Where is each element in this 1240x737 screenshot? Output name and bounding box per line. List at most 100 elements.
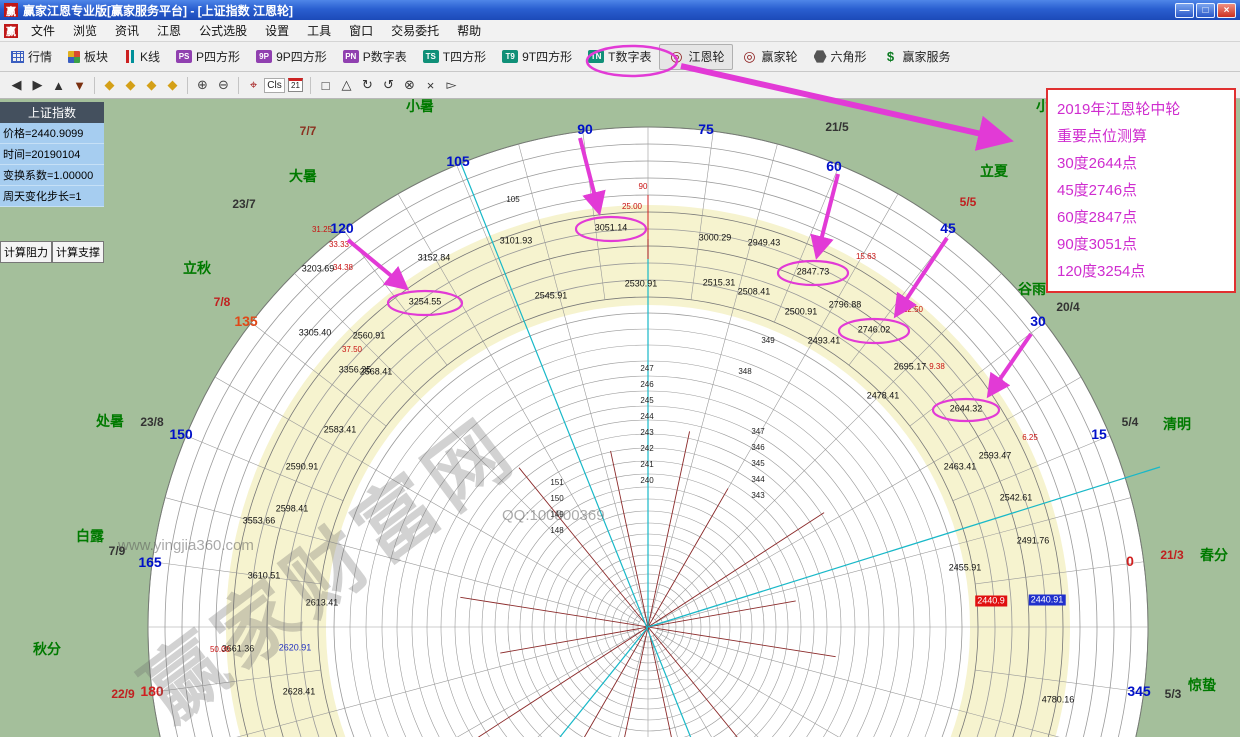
calendar-icon[interactable]: 21 xyxy=(285,75,306,96)
wheel-label: 立夏 xyxy=(980,164,1008,178)
menu-item[interactable]: 公式选股 xyxy=(190,20,256,41)
wheel-label: 34.38 xyxy=(333,264,353,272)
wheel-label: 347 xyxy=(751,428,764,436)
triangle-tool-icon[interactable]: △ xyxy=(336,75,357,96)
wheel-label: 240 xyxy=(640,477,653,485)
menu-item[interactable]: 工具 xyxy=(298,20,340,41)
rect-tool-icon[interactable]: □ xyxy=(315,75,336,96)
t-square-button[interactable]: TS T四方形 xyxy=(415,44,494,70)
kline-button[interactable]: K线 xyxy=(116,44,168,70)
wheel-label: 245 xyxy=(640,397,653,405)
diamond-icon-1[interactable]: ◆ xyxy=(99,75,120,96)
hexagon-button[interactable]: 六角形 xyxy=(806,44,875,70)
toolbar-button-icon: TN xyxy=(588,50,604,63)
separator[interactable] xyxy=(90,75,99,96)
separator[interactable] xyxy=(306,75,315,96)
wheel-label: 15 xyxy=(1091,427,1107,441)
t-number-table-button[interactable]: TN T数字表 xyxy=(580,44,659,70)
toolbar-button-icon: PS xyxy=(176,50,192,63)
wheel-label: 2493.41 xyxy=(808,337,841,346)
diamond-icon-4[interactable]: ◆ xyxy=(162,75,183,96)
wheel-label: 3305.40 xyxy=(299,329,332,338)
toolbar-button-label: 六角形 xyxy=(831,48,867,65)
menu-item[interactable]: 交易委托 xyxy=(382,20,448,41)
calc-button[interactable]: 计算阻力 xyxy=(0,241,52,263)
toolbar-button-label: P数字表 xyxy=(363,48,407,65)
winner-wheel-button[interactable]: ◎ 赢家轮 xyxy=(733,44,805,70)
wheel-label: 2542.61 xyxy=(1000,494,1033,503)
funnel-icon[interactable]: ▼ xyxy=(69,75,90,96)
sector-button[interactable]: 板块 xyxy=(60,44,116,70)
annotation-note-line: 60度2847点 xyxy=(1057,204,1225,231)
wheel-label: 50.00 xyxy=(210,646,230,654)
wheel-label: 120 xyxy=(330,221,353,235)
menu-item[interactable]: 窗口 xyxy=(340,20,382,41)
wheel-label: 12.50 xyxy=(903,306,923,314)
toolbar-button-label: P四方形 xyxy=(196,48,240,65)
parameter-panel: 上证指数 价格=2440.9099时间=20190104变换系数=1.00000… xyxy=(0,102,104,263)
p-square-button[interactable]: PS P四方形 xyxy=(168,44,248,70)
wheel-label: 7/9 xyxy=(109,545,126,557)
menu-item[interactable]: 帮助 xyxy=(448,20,490,41)
wheel-label: 2598.41 xyxy=(276,505,309,514)
nine-p-square-button[interactable]: 9P 9P四方形 xyxy=(248,44,335,70)
wheel-label: 2530.91 xyxy=(625,280,658,289)
wheel-label: 9.38 xyxy=(929,363,945,371)
wheel-label: 2500.91 xyxy=(785,308,818,317)
pointer-icon[interactable]: ▻ xyxy=(441,75,462,96)
calc-button[interactable]: 计算支撑 xyxy=(52,241,104,263)
circle-cross-icon[interactable]: ⊗ xyxy=(399,75,420,96)
menu-logo-icon: 赢 xyxy=(4,24,18,38)
nine-t-square-button[interactable]: T9 9T四方形 xyxy=(494,44,580,70)
menu-item[interactable]: 浏览 xyxy=(64,20,106,41)
app-window: 赢 赢家江恩专业版[赢家服务平台] - [上证指数 江恩轮] — □ × 赢 文… xyxy=(0,0,1240,737)
wheel-label: 2613.41 xyxy=(306,599,339,608)
wheel-label: 22/9 xyxy=(111,688,134,700)
separator[interactable] xyxy=(234,75,243,96)
rotate-cw-icon[interactable]: ↻ xyxy=(357,75,378,96)
wheel-label: 165 xyxy=(138,555,161,569)
wheel-label: 白露 xyxy=(76,529,104,543)
wheel-label: 20/4 xyxy=(1056,301,1079,313)
market-button[interactable]: 行情 xyxy=(3,44,60,70)
toolbar-button-label: 9P四方形 xyxy=(276,48,327,65)
gann-wheel-button[interactable]: ◎ 江恩轮 xyxy=(659,44,733,70)
delete-icon[interactable]: × xyxy=(420,75,441,96)
wheel-label: 149 xyxy=(550,511,563,519)
wheel-label: 2746.02 xyxy=(858,326,891,335)
cls-button[interactable]: Cls xyxy=(264,75,285,96)
zoom-out-icon[interactable]: ⊖ xyxy=(213,75,234,96)
wheel-label: 3051.14 xyxy=(595,224,628,233)
close-button[interactable]: × xyxy=(1217,3,1236,18)
minimize-button[interactable]: — xyxy=(1175,3,1194,18)
menu-item[interactable]: 江恩 xyxy=(148,20,190,41)
wheel-label: 2455.91 xyxy=(949,564,982,573)
back-icon[interactable]: ◀ xyxy=(6,75,27,96)
wheel-label: 23/8 xyxy=(140,416,163,428)
annotation-note: 2019年江恩轮中轮重要点位测算30度2644点45度2746点60度2847点… xyxy=(1046,88,1236,293)
wheel-label: 3152.84 xyxy=(418,254,451,263)
toolbar-button-label: 9T四方形 xyxy=(522,48,572,65)
diamond-icon-3[interactable]: ◆ xyxy=(141,75,162,96)
annotation-note-line: 2019年江恩轮中轮 xyxy=(1057,96,1225,123)
zoom-in-icon[interactable]: ⊕ xyxy=(192,75,213,96)
wheel-label: 谷雨 xyxy=(1018,282,1046,296)
menu-item[interactable]: 文件 xyxy=(22,20,64,41)
forward-icon[interactable]: ▶ xyxy=(27,75,48,96)
rotate-ccw-icon[interactable]: ↺ xyxy=(378,75,399,96)
wheel-label: 5/4 xyxy=(1122,416,1139,428)
triangle-up-icon[interactable]: ▲ xyxy=(48,75,69,96)
annotation-note-line: 重要点位测算 xyxy=(1057,123,1225,150)
winner-service-button[interactable]: $ 赢家服务 xyxy=(875,44,959,70)
separator[interactable] xyxy=(183,75,192,96)
maximize-button[interactable]: □ xyxy=(1196,3,1215,18)
wheel-label: 2695.17 xyxy=(894,363,927,372)
toolbar-button-icon: T9 xyxy=(502,50,518,63)
menu-item[interactable]: 设置 xyxy=(256,20,298,41)
crosshair-icon[interactable]: ⌖ xyxy=(243,75,264,96)
parameter-row: 变换系数=1.00000 xyxy=(0,165,104,186)
menu-item[interactable]: 资讯 xyxy=(106,20,148,41)
wheel-label: 2478.41 xyxy=(867,392,900,401)
diamond-icon-2[interactable]: ◆ xyxy=(120,75,141,96)
p-number-table-button[interactable]: PN P数字表 xyxy=(335,44,415,70)
